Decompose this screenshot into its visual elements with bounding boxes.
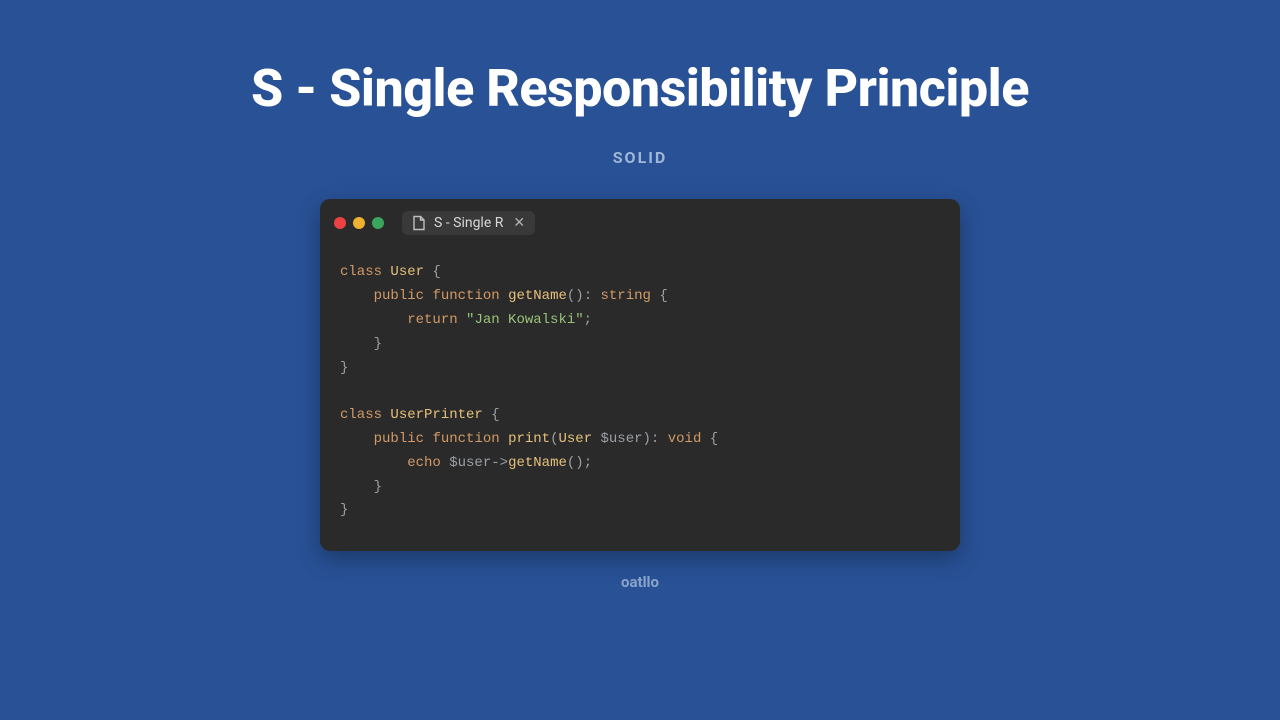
code-token: void — [668, 431, 702, 447]
code-token: function — [432, 288, 499, 304]
code-token: class — [340, 407, 382, 423]
code-token: -> — [491, 455, 508, 471]
code-token: public — [374, 288, 424, 304]
code-token: print — [508, 431, 550, 447]
code-line: public function print(User $user): void … — [340, 428, 940, 452]
code-line: public function getName(): string { — [340, 285, 940, 309]
tab-close-icon: ✕ — [513, 215, 525, 231]
code-token: getName — [508, 455, 567, 471]
code-token: $user — [592, 431, 642, 447]
code-token: echo — [407, 455, 441, 471]
page-title: S - Single Responsibility Principle — [251, 58, 1029, 120]
window-header: S - Single R ✕ — [320, 199, 960, 247]
subtitle: SOLID — [613, 148, 668, 167]
code-token: } — [340, 502, 348, 518]
code-token: () — [567, 455, 584, 471]
code-token: } — [374, 479, 382, 495]
code-token: "Jan Kowalski" — [466, 312, 584, 328]
code-token: { — [483, 407, 500, 423]
code-token: : — [651, 431, 668, 447]
code-token: : — [584, 288, 601, 304]
file-tab: S - Single R ✕ — [402, 211, 535, 235]
code-token: ; — [584, 312, 592, 328]
code-line: } — [340, 357, 940, 381]
file-icon — [412, 215, 426, 231]
code-token: return — [407, 312, 457, 328]
code-token: function — [432, 431, 499, 447]
code-token: User — [390, 264, 424, 280]
maximize-icon — [372, 217, 384, 229]
code-line: echo $user->getName(); — [340, 452, 940, 476]
tab-label: S - Single R — [434, 215, 503, 231]
code-line: class User { — [340, 261, 940, 285]
code-token: UserPrinter — [390, 407, 482, 423]
code-token: class — [340, 264, 382, 280]
code-token: ; — [584, 455, 592, 471]
code-token: { — [651, 288, 668, 304]
code-line: } — [340, 476, 940, 500]
code-token: { — [424, 264, 441, 280]
code-token: getName — [508, 288, 567, 304]
code-token: } — [340, 360, 348, 376]
code-token: { — [701, 431, 718, 447]
traffic-lights — [334, 217, 384, 229]
code-line: return "Jan Kowalski"; — [340, 309, 940, 333]
code-token: () — [567, 288, 584, 304]
code-line: class UserPrinter { — [340, 404, 940, 428]
code-token: } — [374, 336, 382, 352]
code-line: } — [340, 499, 940, 523]
code-line: } — [340, 333, 940, 357]
footer-brand: oatllo — [621, 573, 659, 591]
code-line — [340, 380, 940, 404]
minimize-icon — [353, 217, 365, 229]
code-window: S - Single R ✕ class User { public funct… — [320, 199, 960, 551]
close-icon — [334, 217, 346, 229]
code-body: class User { public function getName(): … — [320, 247, 960, 551]
code-token: User — [558, 431, 592, 447]
code-token: $user — [441, 455, 491, 471]
code-token: public — [374, 431, 424, 447]
code-token: ) — [643, 431, 651, 447]
code-token: string — [601, 288, 651, 304]
